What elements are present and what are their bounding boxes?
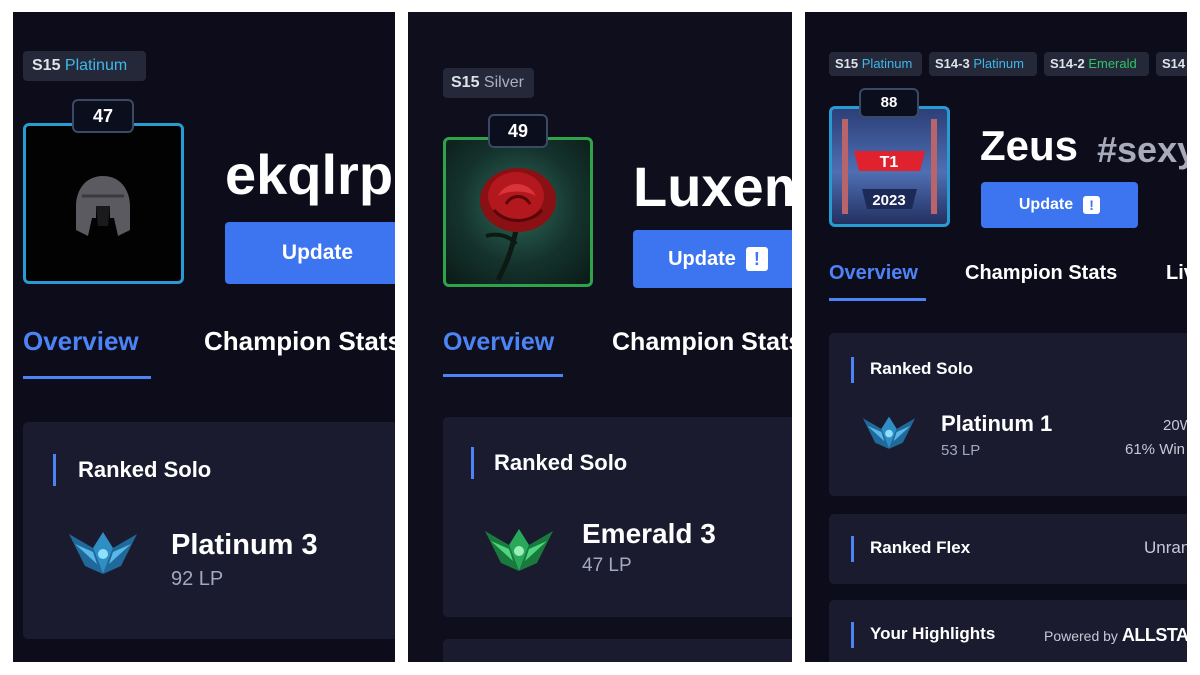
profile-panel-luxem: S15 Silver 49 Luxem Update ! Overview Ch… bbox=[408, 12, 792, 662]
tab-live[interactable]: Live bbox=[1166, 259, 1187, 287]
season-badge: S15 Platinum bbox=[23, 51, 146, 81]
season-badge-s14-3: S14-3 Platinum bbox=[929, 52, 1037, 76]
rank-tier: Platinum 1 bbox=[941, 411, 1053, 436]
next-card bbox=[443, 639, 792, 662]
tab-overview-underline bbox=[443, 374, 563, 377]
rank-tier: Platinum 3 bbox=[171, 529, 318, 561]
season-tier: Platinum bbox=[861, 56, 913, 71]
season-badge-s14: S14 bbox=[1156, 52, 1187, 76]
update-button[interactable]: Update bbox=[225, 222, 395, 284]
profile-panel-ekqlrp: S15 Platinum 47 ekqlrp Update Overview C… bbox=[13, 12, 395, 662]
season-tier: Platinum bbox=[973, 56, 1024, 71]
tab-overview[interactable]: Overview bbox=[443, 325, 554, 359]
level-badge: 47 bbox=[72, 99, 134, 133]
emerald-rank-emblem-icon bbox=[485, 529, 553, 571]
season-badge: S15 Silver bbox=[443, 68, 534, 98]
powered-by-label: Powered by ALLSTAR bbox=[1044, 624, 1187, 647]
update-label: Update bbox=[1018, 196, 1074, 213]
t1-logo-icon: T1 2023 bbox=[842, 119, 937, 214]
update-label: Update bbox=[281, 241, 354, 264]
avatar-year: 2023 bbox=[872, 192, 905, 209]
ranked-solo-card: Ranked Solo Emerald 3 47 LP bbox=[443, 417, 792, 617]
tab-champion-stats[interactable]: Champion Stats bbox=[612, 325, 792, 359]
season-badge-s15: S15 Platinum bbox=[829, 52, 922, 76]
rose-icon bbox=[480, 168, 556, 282]
summoner-name: Zeus bbox=[980, 122, 1079, 169]
card-title: Ranked Solo bbox=[78, 457, 212, 482]
season-tier: Silver bbox=[483, 74, 524, 91]
summoner-name: Luxem bbox=[633, 155, 792, 218]
card-title: Ranked Flex bbox=[870, 538, 971, 557]
update-button[interactable]: Update ! bbox=[981, 182, 1138, 228]
card-accent-bar bbox=[851, 536, 854, 562]
ranked-flex-card: Ranked Flex Unranked bbox=[829, 514, 1187, 584]
tab-overview-underline bbox=[23, 376, 151, 379]
win-rate: 61% Win bbox=[1125, 441, 1186, 458]
t1-logo-text: T1 bbox=[880, 154, 899, 171]
level-badge: 88 bbox=[859, 88, 919, 118]
platinum-rank-emblem-icon bbox=[69, 532, 137, 574]
league-points: 47 LP bbox=[582, 555, 632, 576]
update-button[interactable]: Update ! bbox=[633, 230, 792, 288]
card-accent-bar bbox=[851, 622, 854, 648]
summoner-tag: #sexy bbox=[1097, 129, 1187, 170]
season-tier: Platinum bbox=[64, 57, 128, 74]
highlights-card: Your Highlights Powered by ALLSTAR bbox=[829, 600, 1187, 662]
season-badge-s14-2: S14-2 Emerald bbox=[1044, 52, 1149, 76]
tab-overview-underline bbox=[829, 298, 926, 301]
card-title: Your Highlights bbox=[870, 624, 996, 643]
profile-panel-zeus: S15 Platinum S14-3 Platinum S14-2 Emeral… bbox=[805, 12, 1187, 662]
card-accent-bar bbox=[851, 357, 854, 383]
win-loss-record: 20W bbox=[1163, 417, 1187, 434]
update-label: Update bbox=[668, 247, 736, 270]
alert-icon: ! bbox=[1083, 196, 1101, 214]
summoner-name: ekqlrp bbox=[225, 143, 394, 206]
profile-avatar: T1 2023 bbox=[829, 106, 950, 227]
flex-status: Unranked bbox=[1144, 538, 1187, 557]
allstar-logo: ALLSTAR bbox=[1121, 625, 1187, 645]
league-points: 53 LP bbox=[941, 442, 981, 459]
tab-overview[interactable]: Overview bbox=[829, 259, 918, 287]
profile-avatar bbox=[23, 123, 184, 284]
season-tier: Emerald bbox=[1088, 56, 1137, 71]
profile-avatar bbox=[443, 137, 593, 287]
card-accent-bar bbox=[53, 454, 56, 486]
card-title: Ranked Solo bbox=[494, 450, 628, 475]
league-points: 92 LP bbox=[171, 568, 224, 590]
card-title: Ranked Solo bbox=[870, 359, 973, 378]
ranked-solo-card: Ranked Solo Platinum 1 53 LP 20W 61% Win bbox=[829, 333, 1187, 496]
tab-champion-stats[interactable]: Champion Stats bbox=[204, 324, 395, 358]
tab-overview[interactable]: Overview bbox=[23, 324, 139, 358]
level-badge: 49 bbox=[488, 114, 548, 148]
rank-tier: Emerald 3 bbox=[582, 518, 716, 549]
alert-icon: ! bbox=[745, 247, 768, 271]
ranked-solo-card: Ranked Solo Platinum 3 92 LP bbox=[23, 422, 395, 639]
tab-champion-stats[interactable]: Champion Stats bbox=[965, 259, 1117, 287]
helmet-icon bbox=[76, 176, 130, 236]
card-accent-bar bbox=[471, 447, 474, 479]
platinum-rank-emblem-icon bbox=[862, 416, 916, 449]
